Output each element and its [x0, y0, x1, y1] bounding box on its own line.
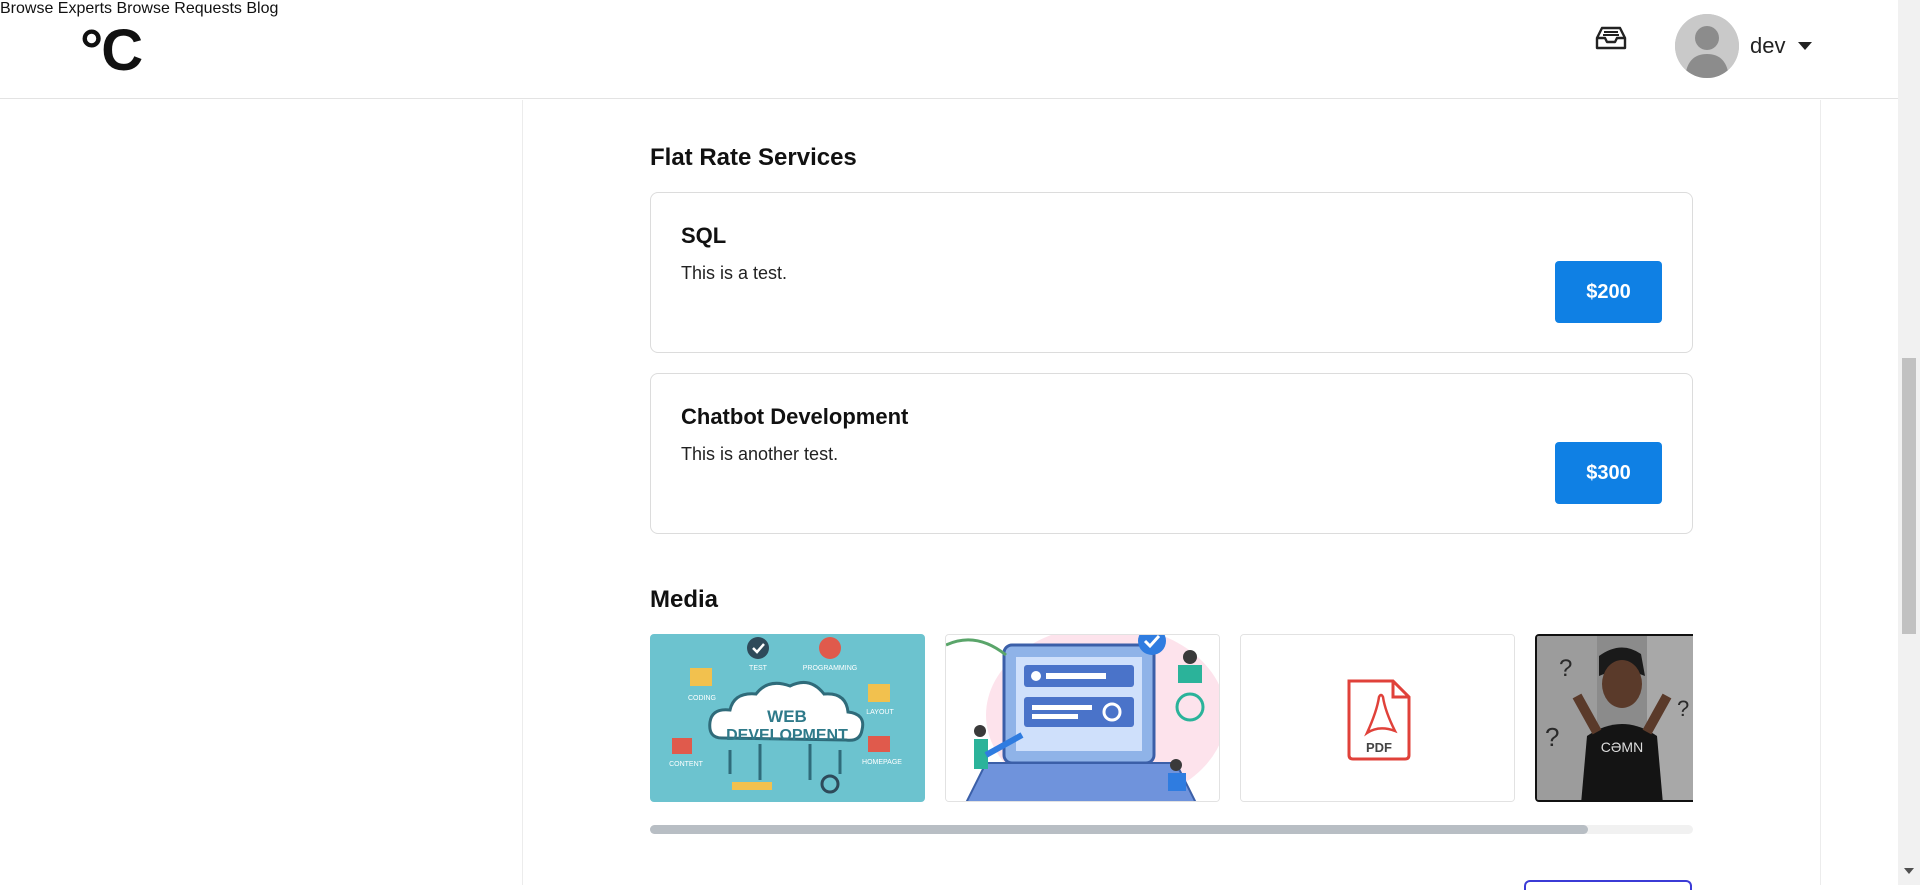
site-logo[interactable]: °C: [80, 22, 143, 80]
media-thumbnail[interactable]: [945, 634, 1220, 802]
content-border-right: [1820, 100, 1821, 885]
svg-text:CONTENT: CONTENT: [669, 761, 704, 768]
partial-button[interactable]: [1524, 880, 1692, 890]
site-header: °C Browse Experts Browse Requests Blog d…: [0, 0, 1898, 99]
media-label: DEVELOPMENT: [726, 727, 848, 744]
user-name[interactable]: dev: [1750, 33, 1785, 59]
media-carousel[interactable]: WEB DEVELOPMENT TEST PROGRAMMING CODING …: [650, 634, 1693, 802]
content-border-left: [522, 100, 523, 885]
service-description: This is a test.: [681, 263, 788, 283]
svg-text:TEST: TEST: [749, 665, 768, 672]
nav-blog[interactable]: Blog: [246, 0, 278, 17]
svg-text:CODING: CODING: [688, 695, 716, 702]
media-label: WEB: [767, 707, 807, 726]
inbox-icon[interactable]: [1594, 24, 1628, 52]
media-thumbnail[interactable]: WEB DEVELOPMENT TEST PROGRAMMING CODING …: [650, 634, 925, 802]
chevron-down-icon[interactable]: [1798, 42, 1812, 50]
user-avatar-icon[interactable]: [1675, 14, 1739, 78]
service-name: Chatbot Development: [681, 404, 909, 429]
flat-rate-title: Flat Rate Services: [650, 144, 857, 171]
svg-text:PROGRAMMING: PROGRAMMING: [803, 665, 857, 672]
scroll-down-arrow-icon[interactable]: [1904, 868, 1914, 874]
svg-text:HOMEPAGE: HOMEPAGE: [862, 759, 902, 766]
media-scrollbar[interactable]: [650, 825, 1693, 834]
page-scrollbar[interactable]: [1898, 0, 1920, 885]
buy-chatbot-button[interactable]: $300: [1555, 442, 1662, 504]
svg-text:?: ?: [1677, 696, 1689, 721]
media-video-thumbnail[interactable]: ? ? ? ? CƏMN: [1535, 634, 1693, 802]
service-card: Chatbot Development This is another test…: [650, 373, 1693, 534]
media-title: Media: [650, 586, 719, 613]
media-label: PDF: [1366, 740, 1392, 755]
svg-text:?: ?: [1559, 655, 1572, 682]
buy-sql-button[interactable]: $200: [1555, 261, 1662, 323]
svg-text:CƏMN: CƏMN: [1601, 739, 1643, 755]
svg-text:?: ?: [1545, 722, 1559, 752]
service-description: This is another test.: [681, 444, 839, 464]
media-scrollbar-thumb[interactable]: [650, 825, 1588, 834]
page-scrollbar-thumb[interactable]: [1902, 358, 1916, 634]
nav-browse-requests[interactable]: Browse Requests: [117, 0, 242, 17]
svg-text:LAYOUT: LAYOUT: [866, 709, 894, 716]
media-thumbnail[interactable]: PDF: [1240, 634, 1515, 802]
nav-browse-experts[interactable]: Browse Experts: [0, 0, 112, 17]
service-name: SQL: [681, 223, 727, 248]
service-card: SQL This is a test. $200: [650, 192, 1693, 353]
